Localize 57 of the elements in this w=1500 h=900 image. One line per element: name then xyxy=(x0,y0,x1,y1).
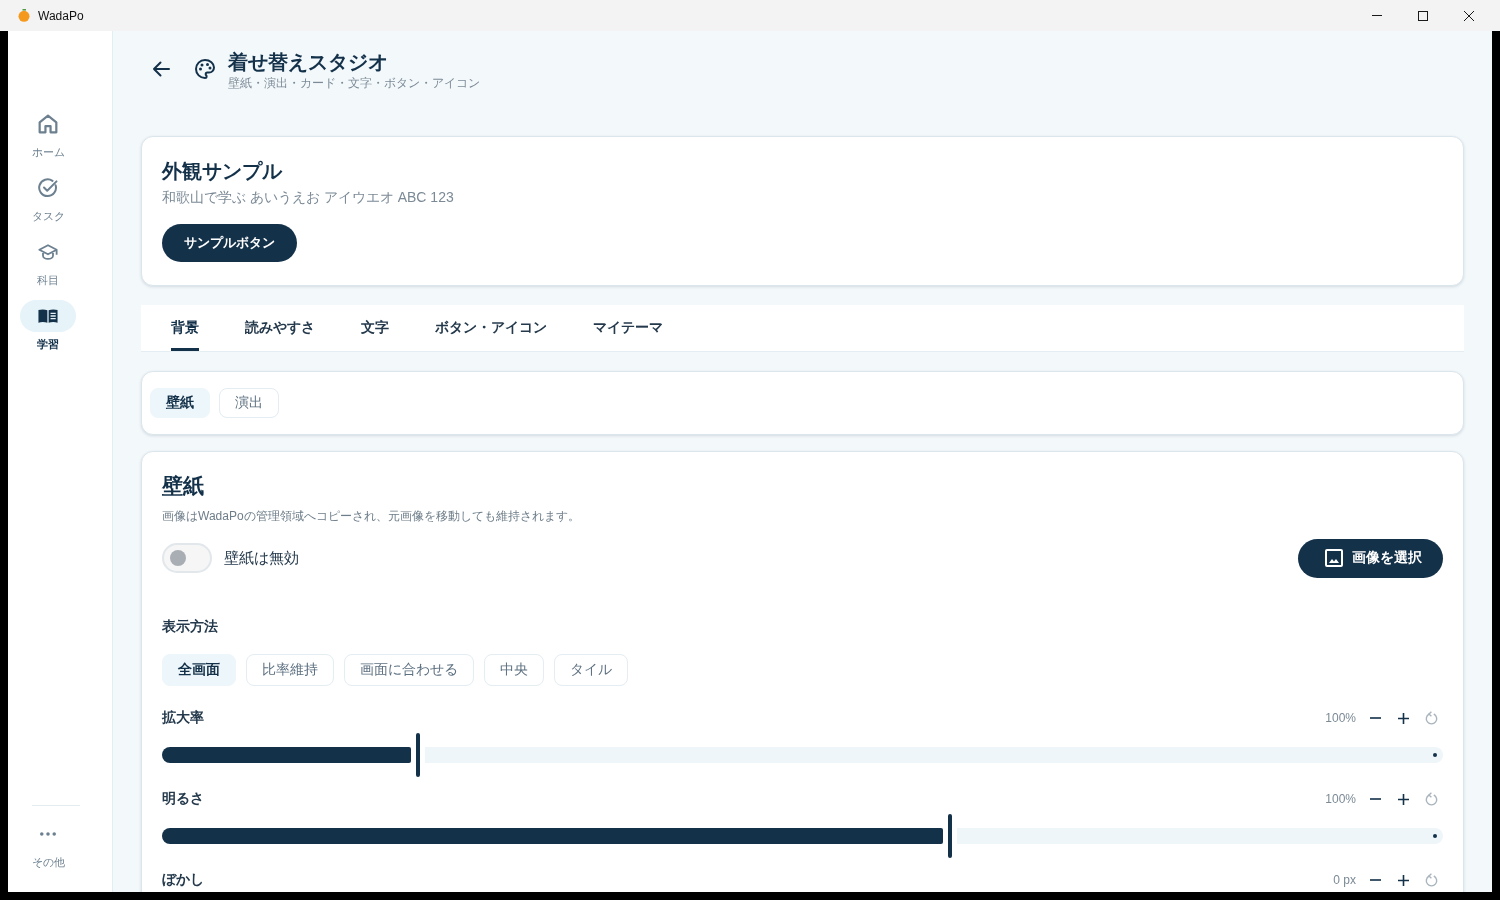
window-title: WadaPo xyxy=(38,8,84,23)
card-title: 外観サンプル xyxy=(162,159,282,184)
tab[interactable]: 読みやすさ xyxy=(245,305,315,351)
plus-icon xyxy=(1397,793,1409,805)
reset-icon xyxy=(1424,873,1438,887)
option-button[interactable]: 中央 xyxy=(484,654,544,686)
close-icon xyxy=(1464,10,1474,21)
open-book-icon xyxy=(38,306,58,326)
tab[interactable]: ボタン・アイコン xyxy=(435,305,547,351)
minus-icon xyxy=(1369,717,1381,719)
select-image-button[interactable]: 画像を選択 xyxy=(1298,538,1443,578)
slider-value: 100% xyxy=(1325,792,1356,806)
toggle-label: 壁紙は無効 xyxy=(224,548,299,568)
option-button[interactable]: タイル xyxy=(554,654,628,686)
plus-icon xyxy=(1397,712,1409,724)
page-subtitle: 壁紙・演出・カード・文字・ボタン・アイコン xyxy=(228,75,480,91)
check-circle-icon xyxy=(38,178,58,198)
slider-value: 0 px xyxy=(1333,873,1356,887)
tab[interactable]: マイテーマ xyxy=(593,305,663,351)
nav-item[interactable]: 科目 xyxy=(20,236,76,288)
fruit-icon xyxy=(18,9,30,22)
slider-label: 拡大率 xyxy=(162,709,204,727)
option-button[interactable]: 画面に合わせる xyxy=(344,654,474,686)
track-end-dot-icon xyxy=(1433,834,1437,838)
maximize-icon xyxy=(1418,10,1428,21)
subtab[interactable]: 壁紙 xyxy=(150,388,210,418)
section-label: 表示方法 xyxy=(162,617,218,636)
plus-icon xyxy=(1397,874,1409,886)
nav-item[interactable]: タスク xyxy=(20,172,76,224)
toggle-switch[interactable] xyxy=(162,543,212,573)
slider-label: ぼかし xyxy=(162,871,204,889)
image-icon xyxy=(1325,549,1343,567)
sample-button[interactable]: サンプルボタン xyxy=(162,224,297,262)
track-end-dot-icon xyxy=(1433,753,1437,757)
minus-icon xyxy=(1369,879,1381,881)
reset-icon xyxy=(1424,711,1438,725)
option-button[interactable]: 全画面 xyxy=(162,654,236,686)
palette-icon xyxy=(195,59,215,79)
tab[interactable]: 文字 xyxy=(361,305,389,351)
option-button[interactable]: 比率維持 xyxy=(246,654,334,686)
nav-item[interactable]: その他 xyxy=(20,818,76,870)
slider-label: 明るさ xyxy=(162,790,204,808)
dots-icon xyxy=(40,832,56,836)
slider-value: 100% xyxy=(1325,711,1356,725)
nav-item[interactable]: ホーム xyxy=(20,108,76,160)
page-title: 着せ替えスタジオ xyxy=(228,50,389,75)
house-icon xyxy=(38,114,58,134)
section-description: 画像はWadaPoの管理領域へコピーされ、元画像を移動しても維持されます。 xyxy=(162,508,580,524)
graduation-cap-icon xyxy=(38,242,58,262)
minimize-icon xyxy=(1372,15,1382,16)
sample-text: 和歌山で学ぶ あいうえお アイウエオ ABC 123 xyxy=(162,188,454,207)
arrow-left-icon xyxy=(152,61,170,77)
minus-icon xyxy=(1369,798,1381,800)
section-title: 壁紙 xyxy=(162,473,204,499)
reset-icon xyxy=(1424,792,1438,806)
subtab[interactable]: 演出 xyxy=(219,388,279,418)
tab[interactable]: 背景 xyxy=(171,305,199,351)
